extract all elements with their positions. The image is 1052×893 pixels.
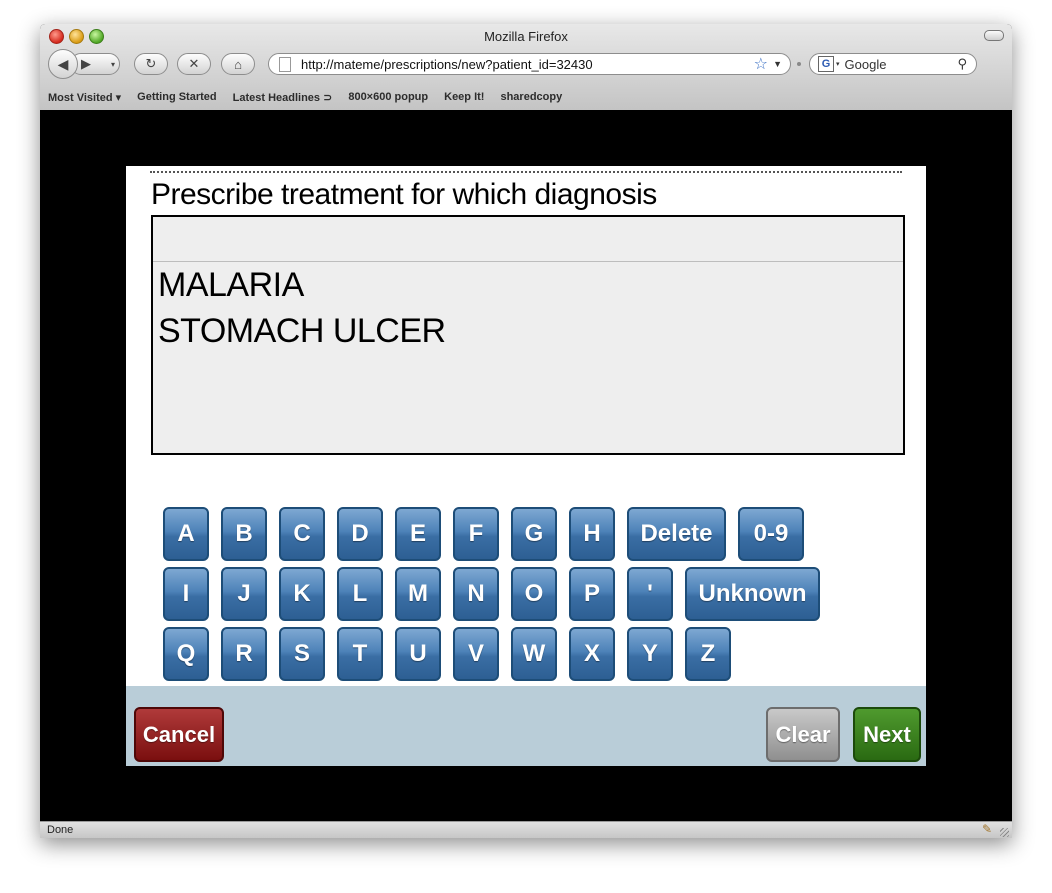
key-p[interactable]: P bbox=[569, 567, 615, 621]
key-c[interactable]: C bbox=[279, 507, 325, 561]
chevron-down-icon: ▾ bbox=[110, 59, 115, 69]
page-icon bbox=[279, 56, 291, 72]
key-x[interactable]: X bbox=[569, 627, 615, 681]
resize-separator[interactable] bbox=[797, 62, 801, 66]
url-text[interactable]: http://mateme/prescriptions/new?patient_… bbox=[301, 57, 593, 72]
home-icon: ⌂ bbox=[234, 56, 242, 72]
status-bar: Done ✎ bbox=[40, 821, 1012, 838]
answer-input[interactable] bbox=[153, 217, 903, 262]
next-button[interactable]: Next bbox=[853, 707, 921, 762]
google-engine-icon[interactable]: G bbox=[818, 56, 834, 72]
key-b[interactable]: B bbox=[221, 507, 267, 561]
option-malaria[interactable]: MALARIA bbox=[158, 262, 903, 308]
key-h[interactable]: H bbox=[569, 507, 615, 561]
status-text: Done bbox=[47, 824, 74, 836]
search-bar[interactable]: G ▾ Google ⚲ bbox=[809, 53, 977, 75]
key-o[interactable]: O bbox=[511, 567, 557, 621]
stop-button[interactable]: ✕ bbox=[177, 53, 211, 75]
key-y[interactable]: Y bbox=[627, 627, 673, 681]
key-m[interactable]: M bbox=[395, 567, 441, 621]
key-u[interactable]: U bbox=[395, 627, 441, 681]
bookmark-keep-it[interactable]: Keep It! bbox=[444, 91, 484, 103]
browser-window: Mozilla Firefox ▶ ▾ ◀ ↻ ✕ ⌂ http://mateme… bbox=[40, 24, 1012, 838]
options-box: MALARIA STOMACH ULCER bbox=[151, 215, 905, 455]
key-n[interactable]: N bbox=[453, 567, 499, 621]
key-i[interactable]: I bbox=[163, 567, 209, 621]
home-button[interactable]: ⌂ bbox=[221, 53, 255, 75]
key-j[interactable]: J bbox=[221, 567, 267, 621]
url-history-dropdown-icon[interactable]: ▼ bbox=[773, 59, 782, 69]
delete-key[interactable]: Delete bbox=[627, 507, 726, 561]
key-d[interactable]: D bbox=[337, 507, 383, 561]
back-icon: ◀ bbox=[57, 55, 69, 72]
page-content: Prescribe treatment for which diagnosis … bbox=[40, 110, 1012, 821]
window-title: Mozilla Firefox bbox=[484, 29, 568, 44]
option-stomach-ulcer[interactable]: STOMACH ULCER bbox=[158, 308, 903, 354]
stop-icon: ✕ bbox=[188, 56, 200, 71]
dotted-divider bbox=[150, 171, 902, 173]
search-icon[interactable]: ⚲ bbox=[957, 56, 967, 72]
key-k[interactable]: K bbox=[279, 567, 325, 621]
key-z[interactable]: Z bbox=[685, 627, 731, 681]
bookmark-most-visited[interactable]: Most Visited ▾ bbox=[48, 91, 121, 104]
key-q[interactable]: Q bbox=[163, 627, 209, 681]
key-w[interactable]: W bbox=[511, 627, 557, 681]
addon-tool-icon[interactable]: ✎ bbox=[982, 822, 992, 836]
question-label: Prescribe treatment for which diagnosis bbox=[151, 178, 657, 211]
bookmarks-toolbar: Most Visited ▾ Getting Started Latest He… bbox=[40, 86, 570, 108]
key-f[interactable]: F bbox=[453, 507, 499, 561]
numbers-key[interactable]: 0-9 bbox=[738, 507, 804, 561]
forward-icon: ▶ bbox=[81, 56, 91, 71]
key-g[interactable]: G bbox=[511, 507, 557, 561]
reload-icon: ↻ bbox=[145, 56, 157, 71]
engine-dropdown-icon[interactable]: ▾ bbox=[836, 60, 840, 68]
key-a[interactable]: A bbox=[163, 507, 209, 561]
key-s[interactable]: S bbox=[279, 627, 325, 681]
search-placeholder[interactable]: Google bbox=[845, 57, 887, 72]
resize-grip[interactable] bbox=[1000, 828, 1009, 837]
bookmark-sharedcopy[interactable]: sharedcopy bbox=[500, 91, 562, 103]
touchscreen-panel: Prescribe treatment for which diagnosis … bbox=[126, 166, 926, 766]
bottom-button-bar: Cancel Clear Next bbox=[126, 686, 926, 766]
key-r[interactable]: R bbox=[221, 627, 267, 681]
key-t[interactable]: T bbox=[337, 627, 383, 681]
bookmark-getting-started[interactable]: Getting Started bbox=[137, 91, 216, 103]
reload-button[interactable]: ↻ bbox=[134, 53, 168, 75]
back-button[interactable]: ◀ bbox=[48, 49, 78, 79]
bookmark-star-icon[interactable]: ☆ bbox=[754, 54, 768, 74]
key-l[interactable]: L bbox=[337, 567, 383, 621]
clear-button[interactable]: Clear bbox=[766, 707, 840, 762]
cancel-button[interactable]: Cancel bbox=[134, 707, 224, 762]
title-bar: Mozilla Firefox ▶ ▾ ◀ ↻ ✕ ⌂ http://mateme… bbox=[40, 24, 1012, 111]
bookmark-latest-headlines[interactable]: Latest Headlines ⊃ bbox=[233, 91, 333, 104]
toolbar-toggle-button[interactable] bbox=[984, 30, 1004, 41]
apostrophe-key[interactable]: ' bbox=[627, 567, 673, 621]
unknown-key[interactable]: Unknown bbox=[685, 567, 820, 621]
url-bar[interactable]: http://mateme/prescriptions/new?patient_… bbox=[268, 53, 791, 75]
key-e[interactable]: E bbox=[395, 507, 441, 561]
key-v[interactable]: V bbox=[453, 627, 499, 681]
bookmark-800x600-popup[interactable]: 800×600 popup bbox=[348, 91, 428, 103]
